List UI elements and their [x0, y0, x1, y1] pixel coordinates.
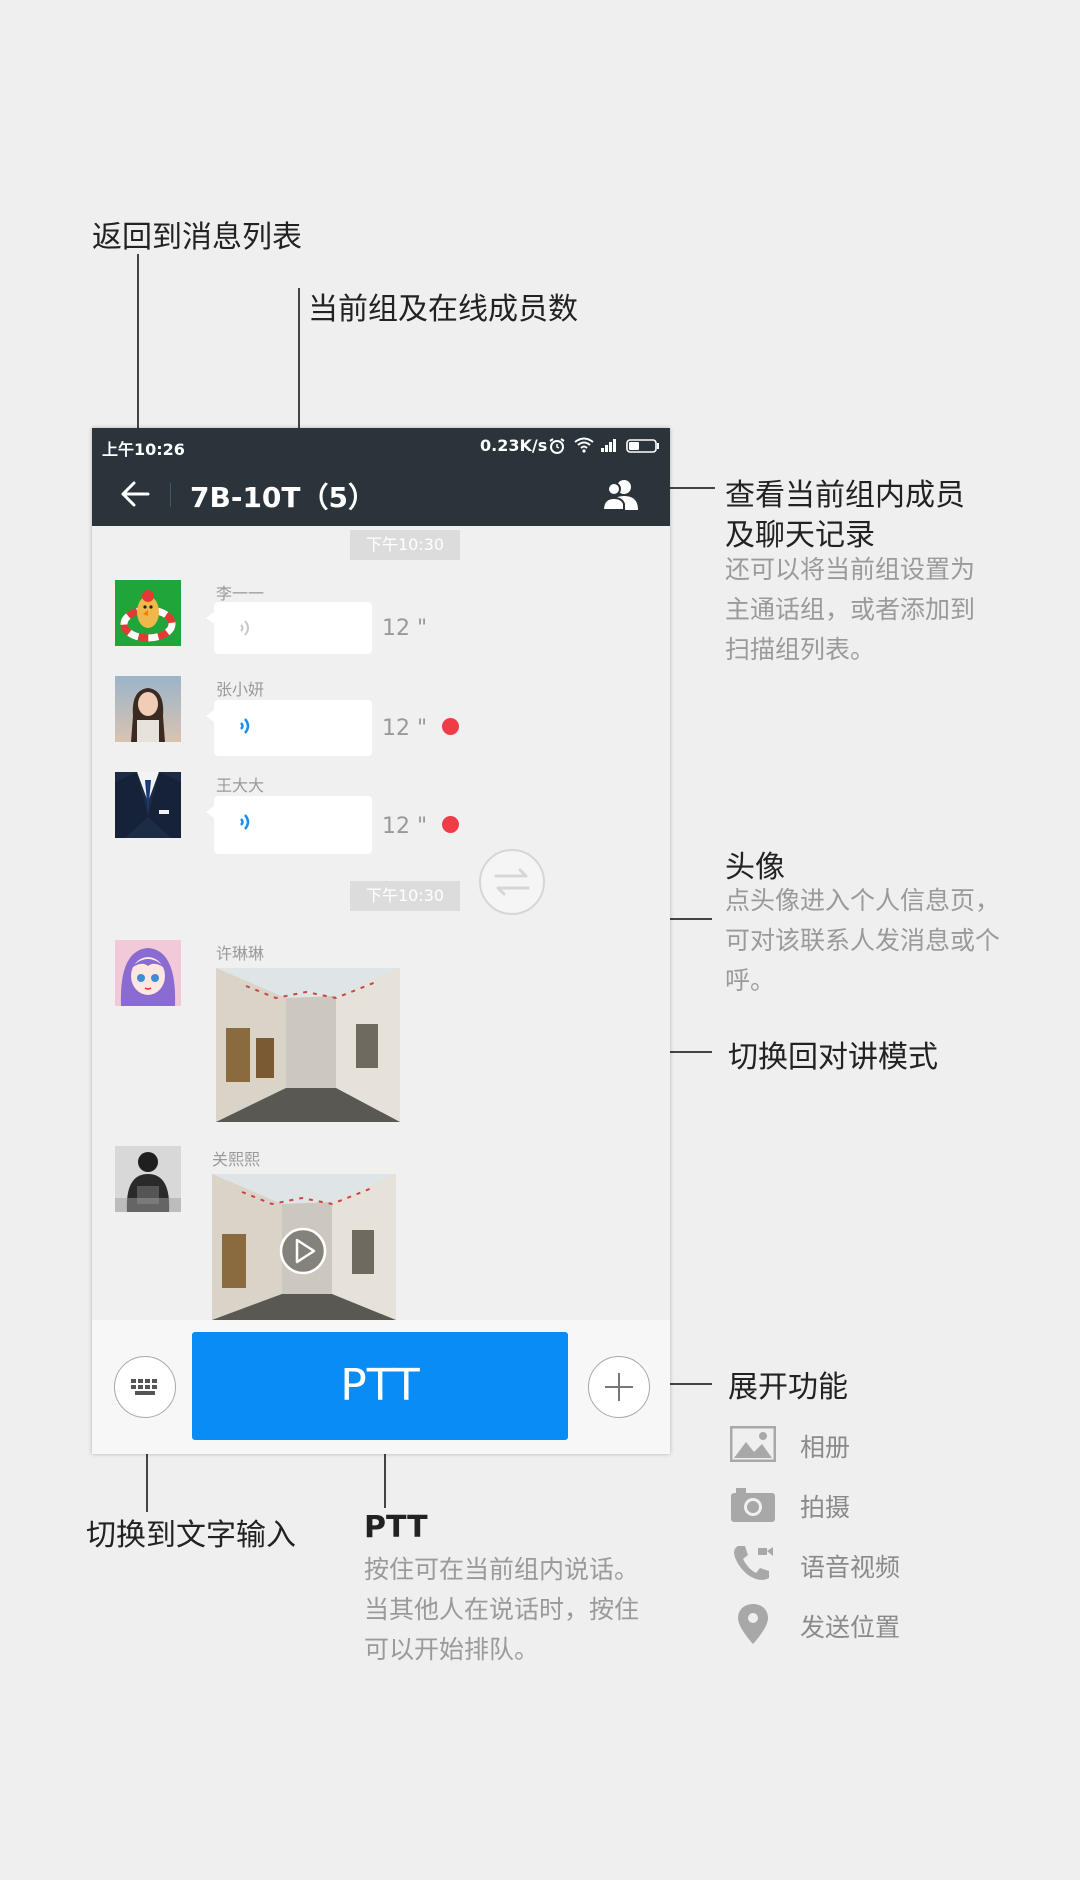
avatar-image: [115, 1146, 181, 1212]
avatar-image: [115, 772, 181, 838]
sender-name: 李一一: [216, 584, 265, 603]
back-arrow-icon[interactable]: [120, 480, 150, 508]
signal-icon: [601, 439, 616, 452]
voice-wave-icon: [240, 620, 249, 636]
status-speed: 0.23K/s: [480, 436, 548, 455]
voice-duration: 12 ": [382, 814, 428, 839]
sender-name: 关熙熙: [212, 1150, 261, 1169]
feature-label: 发送位置: [800, 1613, 901, 1642]
timestamp: 下午10:30: [350, 530, 460, 560]
voice-wave-icon: [240, 718, 250, 734]
sender-name: 许琳琳: [216, 944, 265, 963]
avatar[interactable]: [115, 940, 181, 1006]
timestamp: 下午10:30: [350, 881, 460, 911]
voice-bubble[interactable]: [206, 796, 372, 854]
phone-icon: [734, 1546, 773, 1580]
annotation-keyboard-title: 切换到文字输入: [86, 1518, 296, 1553]
annotation-ptt-desc-line: 当其他人在说话时，按住: [364, 1595, 640, 1624]
wifi-icon: [574, 437, 594, 453]
unread-dot: [442, 816, 459, 833]
leader-line-back: [137, 254, 139, 444]
location-pin-icon: [738, 1604, 768, 1644]
avatar-image: [120, 948, 176, 1006]
voice-bubble[interactable]: [206, 700, 372, 756]
avatar[interactable]: [115, 676, 181, 742]
keyboard-icon: [131, 1379, 157, 1395]
image-message[interactable]: [216, 968, 400, 1122]
video-message[interactable]: [212, 1174, 396, 1320]
image-icon: [730, 1426, 776, 1462]
street-photo: [216, 968, 400, 1122]
camera-icon: [731, 1488, 775, 1522]
keyboard-button[interactable]: [114, 1356, 176, 1418]
status-bar: 上午10:26 0.23K/s: [92, 428, 670, 464]
annotation-group-title: 当前组及在线成员数: [308, 292, 578, 327]
expand-button[interactable]: [588, 1356, 650, 1418]
annotation-expand-title: 展开功能: [728, 1370, 848, 1405]
plus-icon: [605, 1373, 633, 1401]
battery-icon: [626, 439, 659, 453]
annotation-switch-mode-title: 切换回对讲模式: [728, 1040, 938, 1075]
annotation-ptt-desc-line: 按住可在当前组内说话。: [364, 1555, 640, 1584]
phone-screen: 上午10:26 0.23K/s 7B-10T（5） 下午10:30 李一一 12…: [92, 428, 670, 1454]
sender-name: 王大大: [216, 776, 265, 795]
title-bar: 7B-10T（5）: [92, 464, 670, 526]
annotation-avatar-desc-line: 呼。: [725, 966, 776, 995]
annotation-avatar-desc-line: 点头像进入个人信息页，: [725, 886, 1001, 915]
group-title[interactable]: 7B-10T（5）: [190, 476, 376, 516]
avatar-image: [131, 688, 165, 742]
feature-label: 语音视频: [800, 1553, 901, 1582]
feature-label: 拍摄: [800, 1493, 851, 1522]
alarm-icon: [549, 438, 565, 454]
play-icon[interactable]: [278, 1226, 328, 1276]
annotation-avatar-desc: 点头像进入个人信息页， 可对该联系人发消息或个 呼。: [725, 881, 1000, 1001]
voice-bubble[interactable]: [206, 602, 372, 654]
annotation-ptt-desc-line: 可以开始排队。: [364, 1635, 540, 1664]
annotation-ptt-title: PTT: [364, 1510, 428, 1545]
avatar[interactable]: [115, 580, 181, 646]
annotation-ptt-desc: 按住可在当前组内说话。 当其他人在说话时，按住 可以开始排队。: [364, 1550, 639, 1670]
annotation-members-title-1: 查看当前组内成员: [725, 478, 965, 513]
annotation-members-desc-line: 还可以将当前组设置为: [725, 555, 976, 584]
leader-line-members: [667, 487, 715, 489]
members-icon[interactable]: [602, 478, 640, 512]
annotation-members-desc-line: 扫描组列表。: [725, 635, 876, 664]
switch-mode-button[interactable]: [478, 848, 546, 916]
annotation-avatar-title: 头像: [725, 850, 785, 885]
sender-name: 张小妍: [216, 680, 265, 699]
annotation-back-title: 返回到消息列表: [92, 220, 302, 255]
annotation-members-desc: 还可以将当前组设置为 主通话组，或者添加到 扫描组列表。: [725, 550, 975, 670]
voice-duration: 12 ": [382, 716, 428, 741]
bottom-bar: PTT: [92, 1320, 670, 1454]
avatar[interactable]: [115, 772, 181, 838]
annotation-avatar-desc-line: 可对该联系人发消息或个: [725, 926, 1001, 955]
feature-label: 相册: [800, 1433, 851, 1462]
voice-wave-icon: [240, 814, 250, 830]
avatar[interactable]: [115, 1146, 181, 1212]
voice-duration: 12 ": [382, 616, 428, 641]
avatar-image: [120, 590, 176, 642]
status-time: 上午10:26: [102, 440, 185, 459]
annotation-members-desc-line: 主通话组，或者添加到: [725, 595, 976, 624]
unread-dot: [442, 718, 459, 735]
ptt-button[interactable]: PTT: [192, 1332, 568, 1440]
title-divider: [170, 483, 171, 507]
leader-line-group: [298, 288, 300, 430]
annotation-members-title-2: 及聊天记录: [725, 518, 875, 553]
